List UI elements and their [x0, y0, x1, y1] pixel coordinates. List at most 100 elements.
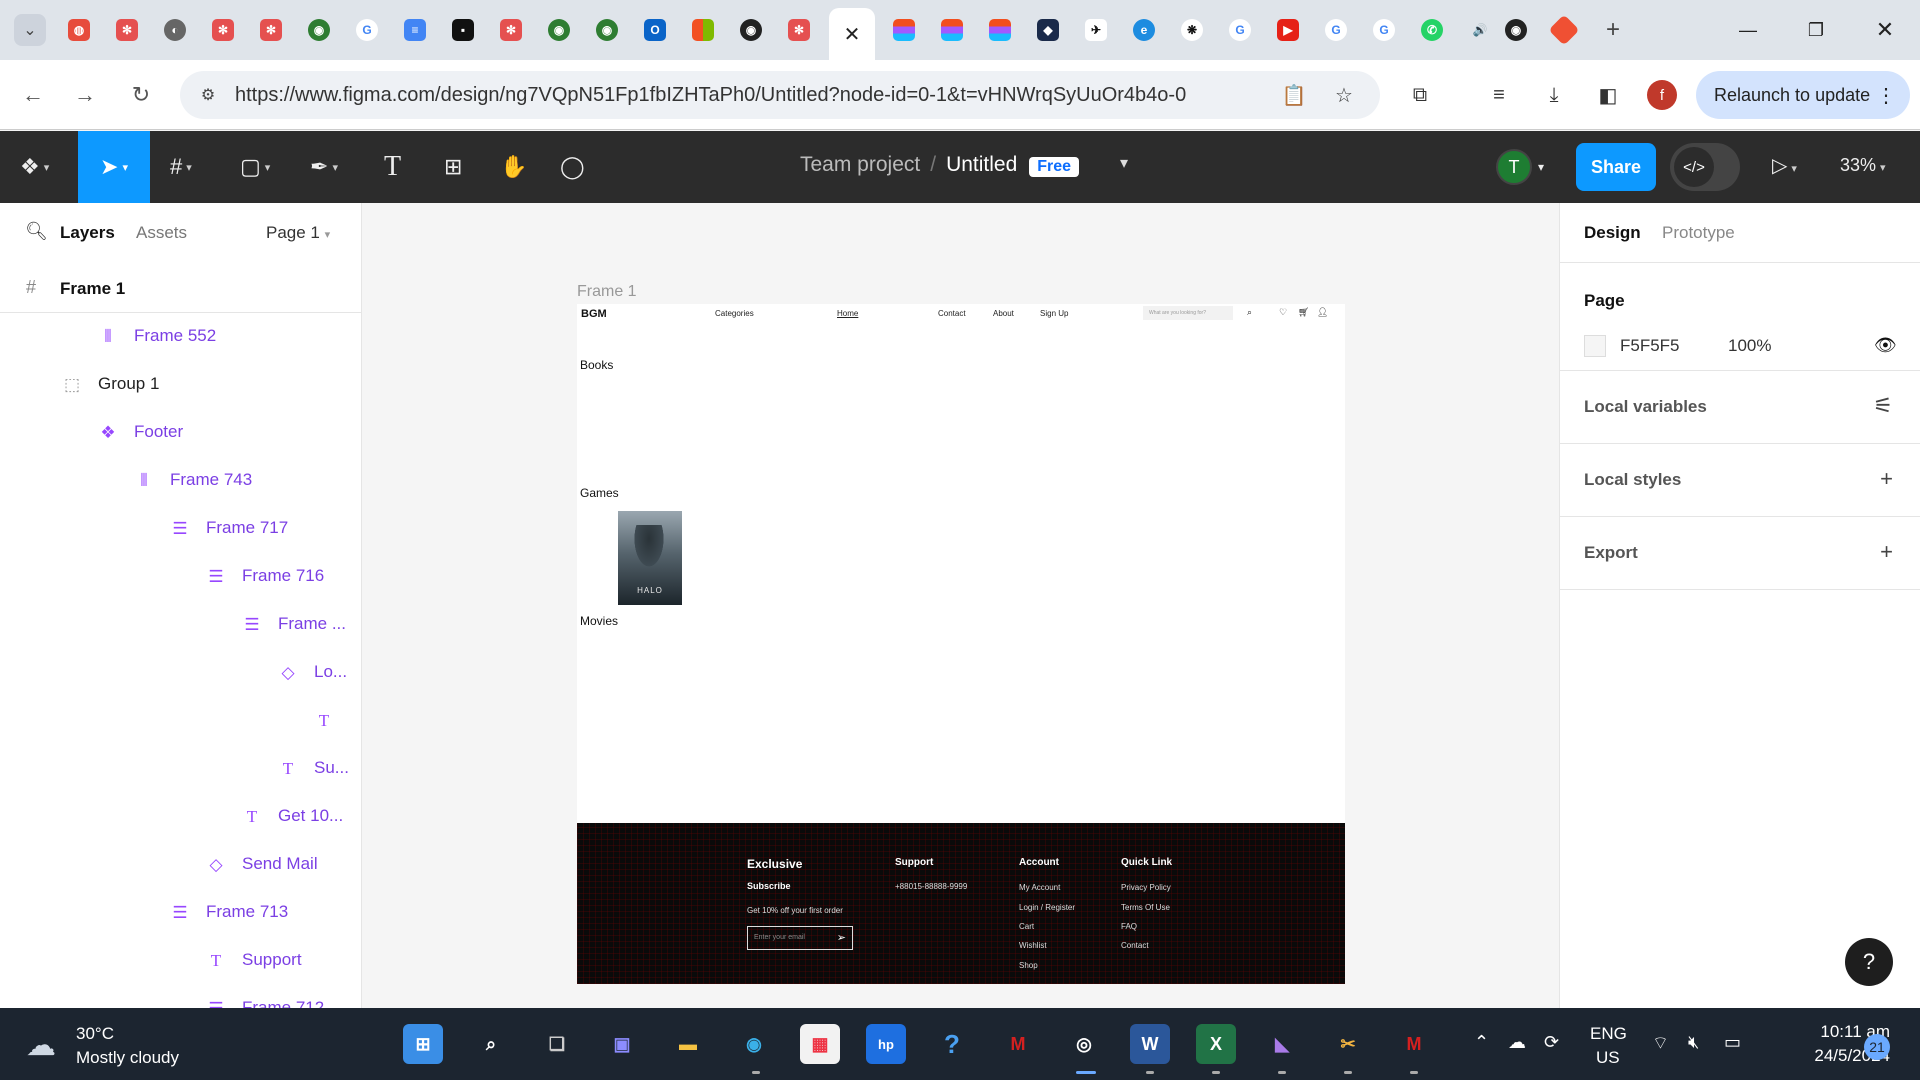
notification-badge[interactable]: 21 [1864, 1034, 1890, 1060]
tab-favicon-globe[interactable]: ◐ [164, 19, 186, 41]
microsoft-store-icon[interactable]: ▦ [800, 1024, 840, 1064]
start-button[interactable]: ⊞ [403, 1024, 443, 1064]
layer-row[interactable]: ☰ Frame ... [0, 601, 361, 649]
avatar-chevron-down-icon[interactable]: ▾ [1538, 147, 1544, 187]
active-tab[interactable]: ✕ [829, 8, 875, 60]
edge-icon[interactable]: ◉ [734, 1024, 774, 1064]
hand-tool-button[interactable]: ✋ [500, 147, 527, 187]
visual-studio-icon[interactable]: ◣ [1262, 1024, 1302, 1064]
layer-row[interactable]: T Su... [0, 745, 361, 793]
input-language[interactable]: ENG [1590, 1024, 1627, 1044]
myhp-icon[interactable]: hp [866, 1024, 906, 1064]
layer-row[interactable]: ☰ Frame 717 [0, 505, 361, 553]
layer-row[interactable]: ☰ Frame 713 [0, 889, 361, 937]
weather-temperature[interactable]: 30°C [76, 1024, 114, 1044]
site-footer[interactable]: Exclusive Subscribe Get 10% off your fir… [577, 823, 1345, 984]
site-info-icon[interactable]: ⚙ [196, 83, 220, 107]
present-button[interactable]: ▷ ▾ [1772, 153, 1797, 178]
word-icon[interactable]: W [1130, 1024, 1170, 1064]
add-icon[interactable]: + [1880, 466, 1893, 492]
footer-link[interactable]: Terms Of Use [1121, 903, 1170, 912]
send-mail-icon[interactable]: ➢ [837, 931, 846, 944]
downloads-icon[interactable]: ⤓ [1537, 78, 1571, 112]
wifi-icon[interactable]: ⌔ [1652, 1032, 1669, 1055]
page-selector[interactable]: Page 1 ▾ [266, 223, 330, 243]
input-region[interactable]: US [1596, 1048, 1620, 1068]
footer-link[interactable]: FAQ [1121, 922, 1137, 931]
task-view-icon[interactable]: ❏ [537, 1024, 577, 1064]
section-books[interactable]: Books [580, 358, 613, 372]
search-icon[interactable]: 🔍︎ [25, 221, 48, 242]
close-window-button[interactable]: ✕ [1862, 12, 1908, 48]
tab-favicon-docs[interactable]: ≡ [404, 19, 426, 41]
user-avatar[interactable]: T [1496, 149, 1532, 185]
tab-favicon-figma[interactable] [893, 19, 915, 41]
restore-window-button[interactable]: ❐ [1793, 12, 1839, 48]
nav-categories[interactable]: Categories [715, 309, 754, 318]
shape-tool-button[interactable]: ▢ ▾ [240, 147, 270, 187]
layer-row[interactable]: ⬚ Group 1 [0, 361, 361, 409]
teams-chat-icon[interactable]: ▣ [602, 1024, 642, 1064]
extensions-icon[interactable]: ⧉ [1403, 78, 1437, 112]
mcafee-icon[interactable]: M [998, 1024, 1038, 1064]
tab-favicon-black-app[interactable]: ▪ [452, 19, 474, 41]
relaunch-to-update-button[interactable]: Relaunch to update ⋮ [1696, 71, 1910, 119]
eye-icon[interactable]: 👁︎ [1874, 335, 1897, 356]
page-opacity-input[interactable]: 100% [1728, 336, 1771, 356]
tab-audio-icon[interactable]: 🔊 [1469, 19, 1491, 41]
tab-favicon-google[interactable]: G [1229, 19, 1251, 41]
file-name[interactable]: Untitled [946, 153, 1017, 176]
file-title[interactable]: Team project / Untitled Free [800, 153, 1080, 177]
game-poster-image[interactable]: HALO [618, 511, 682, 605]
tab-favicon-git-app[interactable] [1548, 14, 1580, 46]
tab-favicon-gear[interactable]: ✻ [116, 19, 138, 41]
footer-link[interactable]: Shop [1019, 961, 1038, 970]
excel-icon[interactable]: X [1196, 1024, 1236, 1064]
layer-root-frame[interactable]: # Frame 1 [0, 263, 361, 313]
site-search-icon[interactable]: ⌕ [1247, 307, 1252, 318]
tab-favicon-github[interactable]: ◉ [596, 19, 618, 41]
local-styles-section[interactable]: Local styles + [1560, 444, 1920, 517]
footer-link[interactable]: My Account [1019, 883, 1060, 892]
tab-favicon-figma[interactable] [941, 19, 963, 41]
page-color-input[interactable]: F5F5F5 [1620, 336, 1680, 356]
tab-favicon-github[interactable]: ◉ [308, 19, 330, 41]
user-icon[interactable]: 👤︎ [1317, 307, 1328, 318]
layer-row[interactable]: ⦀ Frame 552 [0, 313, 361, 361]
layer-row[interactable]: ☰ Frame 712 [0, 985, 361, 1008]
nav-home[interactable]: Home [837, 309, 858, 318]
text-tool-button[interactable]: T [384, 147, 401, 187]
profile-avatar[interactable]: f [1647, 80, 1677, 110]
file-explorer-icon[interactable]: ▬ [668, 1024, 708, 1064]
tools-app-icon[interactable]: ✂ [1328, 1024, 1368, 1064]
footer-link[interactable]: Wishlist [1019, 941, 1047, 950]
tab-favicon-microsoft[interactable] [692, 19, 714, 41]
local-variables-section[interactable]: Local variables ⚟ [1560, 371, 1920, 444]
share-button[interactable]: Share [1576, 143, 1656, 191]
tab-favicon-github[interactable]: ◉ [740, 19, 762, 41]
sliders-icon[interactable]: ⚟ [1873, 393, 1893, 419]
tab-favicon-chatgpt[interactable]: ❋ [1181, 19, 1203, 41]
site-search-input[interactable]: What are you looking for? [1143, 306, 1233, 320]
tab-favicon-outlook[interactable]: O [644, 19, 666, 41]
layer-row[interactable]: T [0, 697, 361, 745]
footer-link[interactable]: Privacy Policy [1121, 883, 1171, 892]
tab-favicon-whatsapp[interactable]: ✆ [1421, 19, 1443, 41]
layer-row[interactable]: T Get 10... [0, 793, 361, 841]
figma-main-menu[interactable]: ❖ ▾ [20, 147, 49, 187]
zoom-menu[interactable]: 33% ▾ [1840, 155, 1886, 176]
tab-favicon-gear[interactable]: ✻ [260, 19, 282, 41]
layer-row[interactable]: ◇ Lo... [0, 649, 361, 697]
search-taskbar-icon[interactable]: ⌕ [471, 1024, 511, 1064]
comment-tool-button[interactable]: ◯ [560, 147, 585, 187]
cart-icon[interactable]: 🛒︎ [1298, 307, 1309, 318]
move-tool-button[interactable]: ➤ ▾ [78, 131, 150, 203]
wishlist-heart-icon[interactable]: ♡ [1279, 307, 1287, 318]
frame-tool-button[interactable]: # ▾ [170, 147, 192, 187]
clipboard-icon[interactable]: 📋 [1280, 81, 1308, 109]
layer-row[interactable]: ◇ Send Mail [0, 841, 361, 889]
footer-link[interactable]: Contact [1121, 941, 1149, 950]
footer-link[interactable]: Login / Register [1019, 903, 1075, 912]
tab-favicon-red-app[interactable]: ◍ [68, 19, 90, 41]
new-tab-button[interactable]: + [1597, 14, 1629, 46]
